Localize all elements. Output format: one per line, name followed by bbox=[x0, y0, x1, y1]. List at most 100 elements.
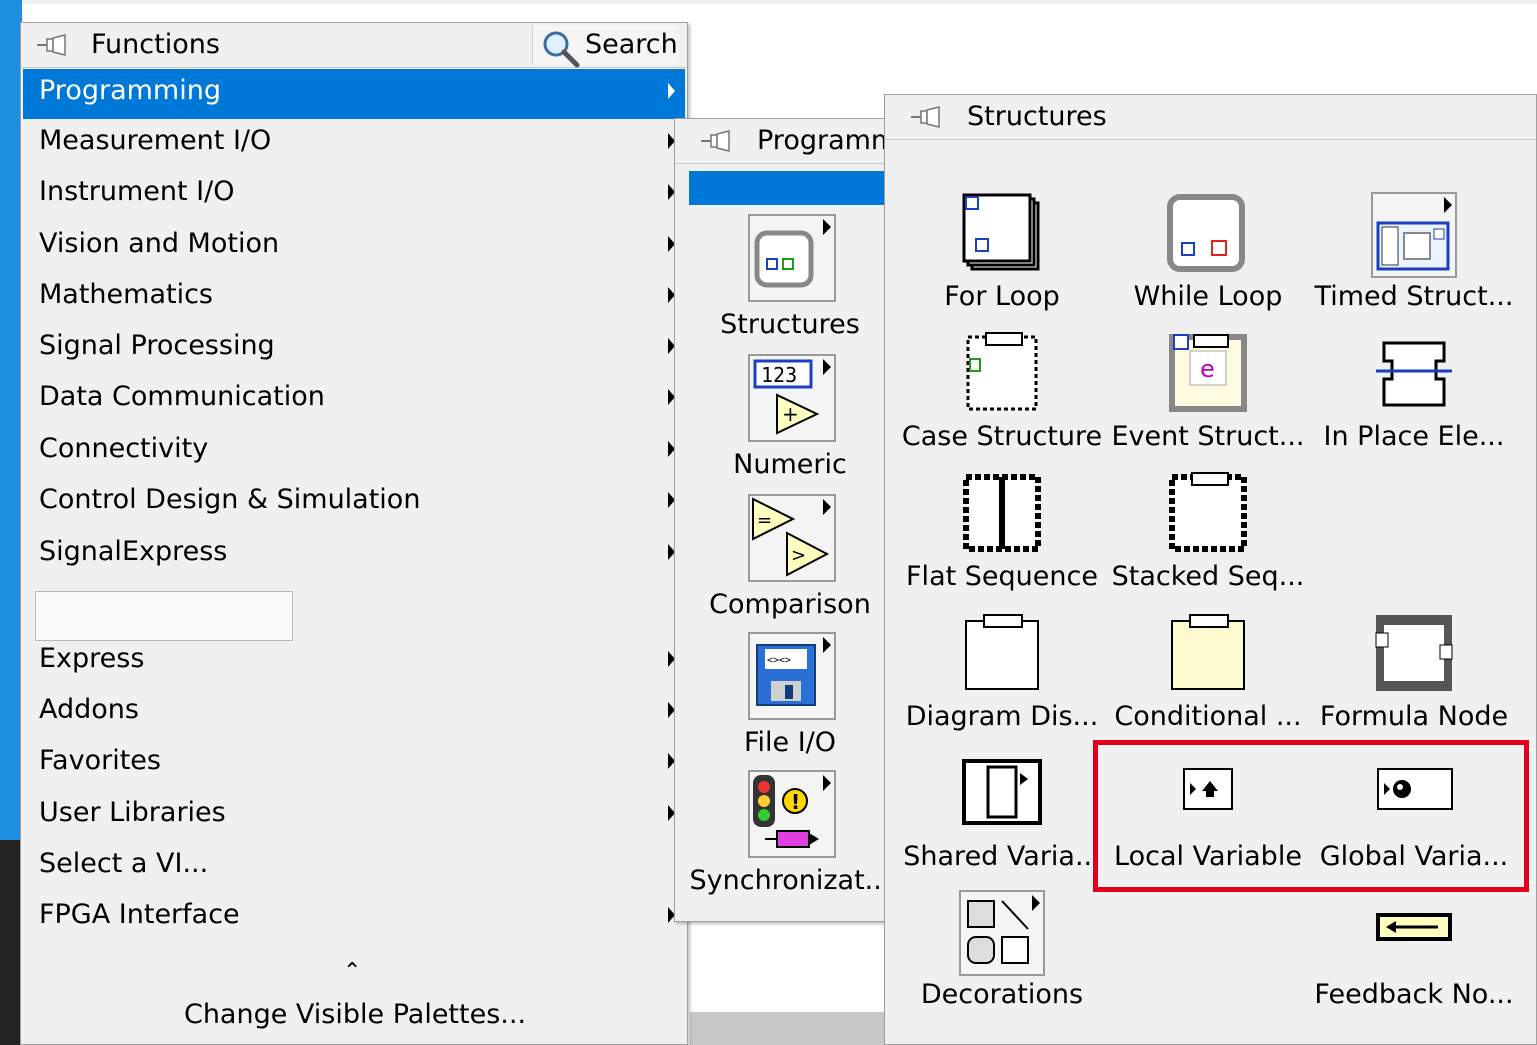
palette-item-label: File I/O bbox=[743, 727, 837, 758]
pin-icon[interactable] bbox=[35, 33, 69, 57]
palette-item-synchronization[interactable]: ! Synchronizat... bbox=[675, 769, 890, 907]
structure-label: Shared Varia... bbox=[903, 841, 1101, 872]
structure-label: Conditional ... bbox=[1114, 701, 1302, 732]
category-addons[interactable]: Addons bbox=[23, 688, 685, 738]
programming-title: Programm bbox=[757, 125, 898, 156]
category-select-a-vi[interactable]: Select a VI... bbox=[23, 842, 685, 892]
palette-item-label: Structures bbox=[720, 309, 860, 340]
category-label: Programming bbox=[39, 75, 221, 106]
structure-label: In Place Ele... bbox=[1323, 421, 1505, 452]
palette-item-label: Numeric bbox=[733, 449, 847, 480]
category-programming[interactable]: Programming bbox=[23, 69, 685, 119]
while-loop-icon bbox=[1167, 194, 1245, 272]
structure-in-place-element[interactable]: In Place Ele... bbox=[1311, 331, 1517, 469]
category-vision-and-motion[interactable]: Vision and Motion bbox=[23, 222, 685, 272]
structure-diagram-disable[interactable]: Diagram Dis... bbox=[899, 611, 1105, 749]
stacked-sequence-icon bbox=[1169, 472, 1247, 552]
structure-label: Timed Struct... bbox=[1314, 281, 1514, 312]
pin-icon[interactable] bbox=[699, 129, 733, 153]
category-label: Favorites bbox=[39, 745, 161, 776]
category-label: Data Communication bbox=[39, 381, 325, 412]
palette-item-label: Synchronizat... bbox=[689, 865, 891, 896]
category-favorites[interactable]: Favorites bbox=[23, 739, 685, 789]
diagram-disable-icon bbox=[965, 614, 1039, 690]
numeric-icon: 123 + bbox=[748, 354, 836, 442]
svg-text:!: ! bbox=[791, 790, 800, 814]
background-edge-dark bbox=[0, 840, 22, 1045]
category-label: Connectivity bbox=[39, 433, 209, 464]
structure-label: While Loop bbox=[1133, 281, 1283, 312]
category-instrument-io[interactable]: Instrument I/O bbox=[23, 170, 685, 220]
structure-formula-node[interactable]: Formula Node bbox=[1311, 611, 1517, 749]
category-data-communication[interactable]: Data Communication bbox=[23, 375, 685, 425]
category-express[interactable]: Express bbox=[23, 637, 685, 687]
category-label: Select a VI... bbox=[39, 848, 209, 879]
category-mathematics[interactable]: Mathematics bbox=[23, 273, 685, 323]
submenu-arrow-icon bbox=[668, 83, 675, 99]
structure-while-loop[interactable]: While Loop bbox=[1105, 191, 1311, 329]
structure-label: Case Structure bbox=[901, 421, 1103, 452]
palette-separator-box bbox=[35, 591, 293, 641]
palette-item-structures[interactable]: Structures bbox=[675, 213, 889, 351]
pin-icon[interactable] bbox=[909, 105, 943, 129]
search-label: Search bbox=[585, 29, 678, 60]
structure-flat-sequence[interactable]: Flat Sequence bbox=[899, 471, 1105, 609]
category-signalexpress[interactable]: SignalExpress bbox=[23, 530, 685, 580]
category-label: Signal Processing bbox=[39, 330, 275, 361]
structure-case-structure[interactable]: Case Structure bbox=[899, 331, 1105, 469]
category-control-design-simulation[interactable]: Control Design & Simulation bbox=[23, 478, 685, 528]
category-label: Addons bbox=[39, 694, 139, 725]
background-gap bbox=[690, 1012, 884, 1045]
structures-icon bbox=[748, 214, 836, 302]
category-label: SignalExpress bbox=[39, 536, 228, 567]
functions-title: Functions bbox=[91, 29, 220, 60]
change-visible-palettes-button[interactable]: Change Visible Palettes... bbox=[21, 999, 689, 1030]
functions-palette: Functions Search Programming Measurement… bbox=[20, 22, 688, 1045]
shared-variable-icon bbox=[962, 759, 1042, 825]
search-icon bbox=[543, 31, 580, 68]
category-signal-processing[interactable]: Signal Processing bbox=[23, 324, 685, 374]
background-strip bbox=[0, 0, 1537, 4]
case-structure-icon bbox=[966, 332, 1038, 411]
selection-bar bbox=[689, 171, 889, 205]
chevron-up-icon[interactable]: ⌃ bbox=[343, 959, 361, 984]
formula-node-icon bbox=[1375, 615, 1453, 691]
palette-item-file-io[interactable]: <><> File I/O bbox=[675, 631, 889, 769]
structure-label: Feedback No... bbox=[1314, 979, 1514, 1010]
feedback-node-icon bbox=[1376, 913, 1452, 941]
comparison-icon: = > bbox=[748, 494, 836, 582]
category-connectivity[interactable]: Connectivity bbox=[23, 427, 685, 477]
structures-title-bar: Structures bbox=[885, 95, 1536, 140]
palette-item-numeric[interactable]: 123 + Numeric bbox=[675, 353, 889, 491]
palette-item-comparison[interactable]: = > Comparison bbox=[675, 493, 889, 631]
svg-text:123: 123 bbox=[761, 363, 797, 387]
category-label: Instrument I/O bbox=[39, 176, 235, 207]
category-label: Measurement I/O bbox=[39, 125, 272, 156]
structure-decorations[interactable]: Decorations bbox=[899, 889, 1105, 1027]
structure-shared-variable[interactable]: Shared Varia... bbox=[899, 751, 1105, 889]
structure-label: For Loop bbox=[944, 281, 1060, 312]
category-label: FPGA Interface bbox=[39, 899, 240, 930]
category-label: Mathematics bbox=[39, 279, 213, 310]
svg-text:>: > bbox=[791, 545, 806, 566]
category-label: Vision and Motion bbox=[39, 228, 280, 259]
category-user-libraries[interactable]: User Libraries bbox=[23, 791, 685, 841]
structure-conditional-disable[interactable]: Conditional ... bbox=[1105, 611, 1311, 749]
structure-feedback-node[interactable]: Feedback No... bbox=[1311, 889, 1517, 1027]
highlight-box bbox=[1093, 740, 1529, 892]
timed-structure-icon bbox=[1371, 192, 1457, 278]
structure-event-structure[interactable]: e Event Struct... bbox=[1105, 331, 1311, 469]
flat-sequence-icon bbox=[963, 474, 1041, 552]
category-measurement-io[interactable]: Measurement I/O bbox=[23, 119, 685, 169]
category-fpga-interface[interactable]: FPGA Interface bbox=[23, 893, 685, 943]
structure-stacked-sequence[interactable]: Stacked Seq... bbox=[1105, 471, 1311, 609]
svg-text:<><>: <><> bbox=[767, 655, 791, 666]
event-structure-icon: e bbox=[1169, 334, 1247, 412]
search-button[interactable]: Search bbox=[532, 25, 679, 68]
structure-for-loop[interactable]: For Loop bbox=[899, 191, 1105, 329]
palette-item-label: Comparison bbox=[709, 589, 871, 620]
functions-title-bar: Functions Search bbox=[21, 23, 687, 68]
structure-timed-structure[interactable]: Timed Struct... bbox=[1311, 191, 1517, 329]
category-label: Control Design & Simulation bbox=[39, 484, 421, 515]
svg-text:+: + bbox=[782, 402, 799, 426]
